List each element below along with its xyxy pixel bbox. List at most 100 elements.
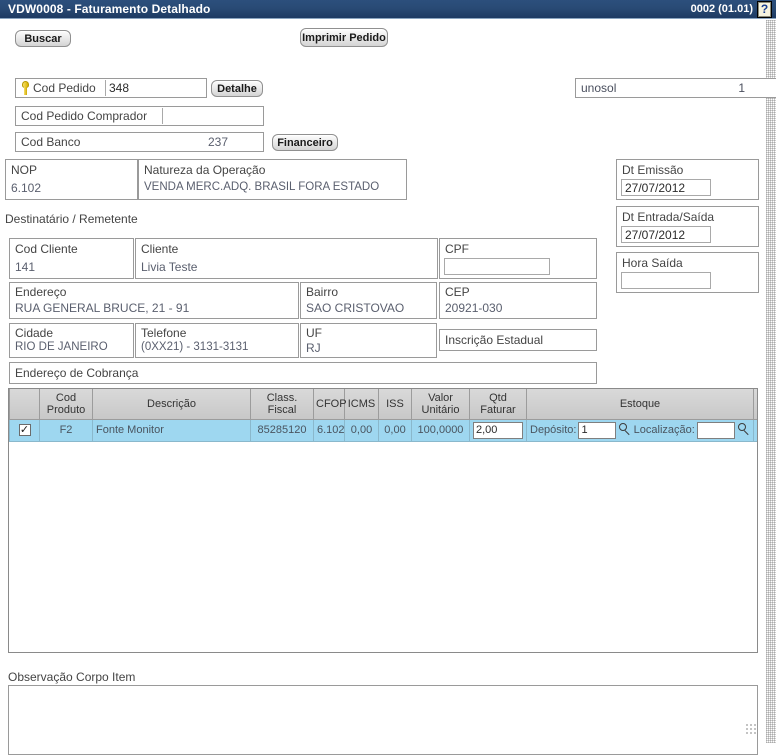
detalhe-button[interactable]: Detalhe [211,80,263,97]
cod-banco-box: Cod Banco 237 [15,132,264,152]
hora-saida-label: Hora Saída [622,256,683,270]
inscricao-estadual-box[interactable]: Inscrição Estadual [439,329,597,351]
cod-cliente-box[interactable]: Cod Cliente 141 [9,238,134,279]
cod-pedido-label: Cod Pedido [33,81,96,95]
endereco-box[interactable]: Endereço RUA GENERAL BRUCE, 21 - 91 [9,282,299,319]
table-row[interactable]: ✓ F2 Fonte Monitor 85285120 6.102 0,00 0… [10,419,759,441]
deposito-input[interactable] [578,422,616,439]
help-icon[interactable]: ? [757,1,772,18]
form-content: Buscar Imprimir Pedido unosol 1 Cod Pedi… [0,20,766,743]
cidade-value: RIO DE JANEIRO [15,341,108,353]
cep-box[interactable]: CEP 20921-030 [439,282,597,319]
telefone-label: Telefone [141,326,186,340]
bairro-label: Bairro [306,285,338,299]
cod-banco-label: Cod Banco [21,135,80,149]
cod-pedido-box: Cod Pedido [15,78,207,98]
company-box: unosol 1 [575,78,776,98]
cod-pedido-comprador-input[interactable] [162,108,263,124]
row-qtd-faturar-cell[interactable] [470,419,527,441]
table-header-row: Cod Produto Descrição Class. Fiscal CFOP… [10,389,759,419]
cod-banco-value: 237 [208,135,228,149]
endereco-cobranca-label: Endereço de Cobrança [15,366,138,380]
deposito-label: Depósito: [530,424,576,436]
col-class-fiscal[interactable]: Class. Fiscal [251,389,314,419]
natureza-operacao-label: Natureza da Operação [144,163,265,177]
localizacao-search-icon[interactable] [737,423,750,437]
cpf-input[interactable] [444,258,550,275]
endereco-cobranca-box[interactable]: Endereço de Cobrança [9,362,597,384]
cod-cliente-label: Cod Cliente [15,242,78,256]
items-table: Cod Produto Descrição Class. Fiscal CFOP… [9,389,758,442]
buscar-button[interactable]: Buscar [15,30,71,47]
nop-box[interactable]: NOP 6.102 [5,159,138,200]
page-body: Buscar Imprimir Pedido unosol 1 Cod Pedi… [0,20,776,743]
endereco-label: Endereço [15,285,66,299]
vertical-scrollbar[interactable] [766,20,776,743]
row-checkbox[interactable]: ✓ [19,424,31,436]
destinatario-section-label: Destinatário / Remetente [5,212,138,226]
col-qtd-faturar[interactable]: Qtd Faturar [470,389,527,419]
col-iss[interactable]: ISS [379,389,412,419]
col-cod-produto[interactable]: Cod Produto [40,389,93,419]
company-code: 1 [738,81,745,95]
hora-saida-box: Hora Saída [616,252,759,293]
dt-emissao-box: Dt Emissão [616,159,759,200]
key-icon [21,81,30,95]
col-estoque[interactable]: Estoque [527,389,754,419]
localizacao-input[interactable] [697,422,735,439]
hora-saida-input[interactable] [621,272,711,289]
imprimir-pedido-button[interactable]: Imprimir Pedido [300,28,388,47]
bairro-value: SAO CRISTOVAO [306,301,404,315]
uf-label: UF [306,326,322,340]
natureza-operacao-value: VENDA MERC.ADQ. BRASIL FORA ESTADO [144,181,379,193]
bairro-box[interactable]: Bairro SAO CRISTOVAO [300,282,437,319]
row-qtd-faturar-input[interactable] [473,422,523,439]
deposito-search-icon[interactable] [618,423,631,437]
cep-label: CEP [445,285,470,299]
col-valor-unitario-line1: Valor [428,392,453,404]
endereco-value: RUA GENERAL BRUCE, 21 - 91 [15,301,189,315]
page-title: VDW0008 - Faturamento Detalhado [8,2,691,16]
row-valor-unitario: 100,0000 [412,419,470,441]
col-descricao[interactable]: Descrição [93,389,251,419]
inscricao-estadual-label: Inscrição Estadual [445,333,543,347]
cliente-value: Livia Teste [141,260,197,274]
row-class-fiscal: 85285120 [251,419,314,441]
row-descricao: Fonte Monitor [93,419,251,441]
cliente-box[interactable]: Cliente Livia Teste [135,238,438,279]
dt-entrada-saida-input[interactable] [621,226,711,243]
row-select-cell[interactable]: ✓ [10,419,40,441]
col-valor-unitario[interactable]: Valor Unitário [412,389,470,419]
row-estoque-cell[interactable]: Depósito: Localização: [527,419,754,441]
row-obs-cell[interactable] [754,419,759,441]
cep-value: 20921-030 [445,301,502,315]
row-cfop: 6.102 [314,419,345,441]
row-icms: 0,00 [345,419,379,441]
cod-cliente-value: 141 [15,260,35,274]
uf-value: RJ [306,341,321,355]
col-valor-unitario-line2: Unitário [422,404,460,416]
cod-pedido-input[interactable] [105,80,206,96]
uf-box[interactable]: UF RJ [300,323,437,358]
textarea-resize-handle[interactable] [745,723,756,734]
dt-emissao-input[interactable] [621,179,711,196]
col-icms[interactable]: ICMS [345,389,379,419]
telefone-box[interactable]: Telefone (0XX21) - 3131-3131 [135,323,299,358]
financeiro-button[interactable]: Financeiro [272,134,338,151]
nop-value: 6.102 [11,181,41,195]
nop-label: NOP [11,163,37,177]
cod-pedido-comprador-box: Cod Pedido Comprador [15,106,264,126]
cidade-box[interactable]: Cidade RIO DE JANEIRO [9,323,134,358]
col-cod-produto-line2: Produto [47,404,86,416]
dt-entrada-saida-box: Dt Entrada/Saída [616,206,759,247]
natureza-operacao-box[interactable]: Natureza da Operação VENDA MERC.ADQ. BRA… [138,159,407,200]
cod-pedido-comprador-label: Cod Pedido Comprador [21,109,147,123]
items-grid: Cod Produto Descrição Class. Fiscal CFOP… [8,388,758,653]
col-cfop[interactable]: CFOP [314,389,345,419]
cpf-box: CPF [439,238,597,279]
col-obs[interactable]: Obs [754,389,759,419]
telefone-value: (0XX21) - 3131-3131 [141,341,248,353]
col-select[interactable] [10,389,40,419]
observacao-corpo-item-textarea[interactable] [8,685,758,755]
dt-emissao-label: Dt Emissão [622,163,683,177]
